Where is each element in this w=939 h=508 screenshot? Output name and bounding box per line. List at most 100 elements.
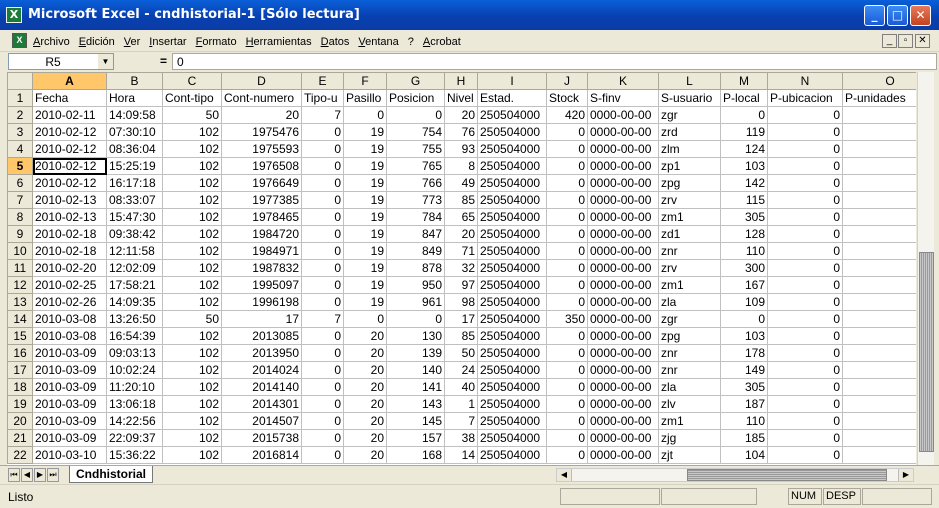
maximize-button[interactable]: □ [887,5,908,26]
cell[interactable]: 0 [767,361,843,379]
cell[interactable]: 102 [162,174,222,192]
menu-item[interactable]: Edición [79,36,115,48]
cell[interactable]: 0 [546,225,588,243]
cell[interactable]: 0000-00-00 [587,395,659,413]
cell[interactable]: 755 [386,140,445,158]
cell[interactable]: 38 [444,429,478,447]
column-header[interactable]: L [658,72,721,90]
cell[interactable]: zla [658,293,721,311]
cell[interactable]: 2010-02-20 [32,259,107,277]
cell[interactable]: 0 [301,293,344,311]
cell[interactable]: 11:20:10 [106,378,163,396]
formula-input[interactable]: 0 [172,53,937,70]
cell[interactable]: 0 [301,344,344,362]
row-header[interactable]: 17 [7,361,33,379]
cell[interactable]: 0000-00-00 [587,174,659,192]
doc-close-button[interactable]: ✕ [915,34,930,48]
cell[interactable]: 140 [386,361,445,379]
cell[interactable]: 2016814 [221,446,302,464]
cell[interactable]: 250504000 [477,140,547,158]
cell[interactable]: 0 [767,208,843,226]
cell[interactable]: 2015738 [221,429,302,447]
cell[interactable]: 2010-03-09 [32,429,107,447]
cell[interactable]: 0000-00-00 [587,106,659,124]
cell[interactable]: 2010-02-13 [32,208,107,226]
row-header[interactable]: 8 [7,208,33,226]
cell[interactable]: 0 [720,106,768,124]
cell[interactable]: 0 [301,327,344,345]
cell[interactable]: 139 [386,344,445,362]
cell[interactable]: 2014507 [221,412,302,430]
cell[interactable]: 187 [720,395,768,413]
cell[interactable]: 0000-00-00 [587,276,659,294]
row-header[interactable]: 7 [7,191,33,209]
excel-icon[interactable]: X [6,7,22,23]
cell[interactable]: 35 [842,225,916,243]
cell[interactable]: 20 [343,361,387,379]
cell[interactable]: 0 [767,242,843,260]
cell[interactable]: 35 [842,191,916,209]
cell[interactable]: 50 [162,106,222,124]
cell[interactable]: 17:58:21 [106,276,163,294]
cell[interactable]: 49 [444,174,478,192]
cell[interactable]: 0 [546,259,588,277]
cell[interactable]: 08:36:04 [106,140,163,158]
cell[interactable]: 19 [343,225,387,243]
cell[interactable]: 20 [343,378,387,396]
last-sheet-icon[interactable]: ⏭ [47,468,59,482]
column-title-cell[interactable]: Cont-numero [221,89,302,107]
cell[interactable]: 1978465 [221,208,302,226]
cell[interactable]: 102 [162,378,222,396]
cell[interactable]: 102 [162,157,222,175]
cell[interactable]: 102 [162,293,222,311]
menu-item[interactable]: ? [408,36,414,48]
cell[interactable]: 103 [720,327,768,345]
cell[interactable]: 2013950 [221,344,302,362]
horizontal-scroll-thumb[interactable] [687,469,887,481]
cell[interactable]: 7 [301,106,344,124]
cell[interactable]: 102 [162,344,222,362]
name-box[interactable]: R5 ▼ [8,53,114,70]
row-header[interactable]: 14 [7,310,33,328]
cell[interactable]: 119 [720,123,768,141]
cell[interactable]: 14 [444,446,478,464]
cell[interactable]: 50 [162,310,222,328]
cell[interactable]: 250504000 [477,293,547,311]
cell[interactable]: 09:03:13 [106,344,163,362]
cell[interactable]: 102 [162,412,222,430]
column-header[interactable]: D [221,72,302,90]
cell[interactable]: 128 [720,225,768,243]
cell[interactable]: 0 [767,310,843,328]
cell[interactable]: 1975476 [221,123,302,141]
cell[interactable]: 878 [386,259,445,277]
cell[interactable]: 0 [546,429,588,447]
cell[interactable]: 0 [301,157,344,175]
cell[interactable]: zp1 [658,157,721,175]
cell[interactable]: 2010-03-09 [32,412,107,430]
cell[interactable]: 0000-00-00 [587,310,659,328]
row-header[interactable]: 20 [7,412,33,430]
cell[interactable]: 0 [767,191,843,209]
cell[interactable]: zrd [658,123,721,141]
cell[interactable]: 2014024 [221,361,302,379]
column-title-cell[interactable]: P-local [720,89,768,107]
row-header[interactable]: 16 [7,344,33,362]
cell[interactable]: 19 [343,208,387,226]
cell[interactable]: 250504000 [477,191,547,209]
row-header[interactable]: 5 [7,157,33,175]
cell[interactable]: 0 [546,191,588,209]
cell[interactable]: 35 [842,174,916,192]
cell[interactable]: 98 [444,293,478,311]
column-header[interactable]: A [32,72,107,90]
cell[interactable]: 0 [767,344,843,362]
cell[interactable]: 40 [444,378,478,396]
cell[interactable]: 0000-00-00 [587,327,659,345]
cell[interactable]: 110 [720,242,768,260]
cell[interactable]: 0 [767,429,843,447]
cell[interactable]: 250504000 [477,361,547,379]
cell[interactable]: zjg [658,429,721,447]
cell[interactable]: 35 [842,344,916,362]
cell[interactable]: 0 [546,446,588,464]
cell[interactable]: 2014301 [221,395,302,413]
cell[interactable]: 85 [444,191,478,209]
